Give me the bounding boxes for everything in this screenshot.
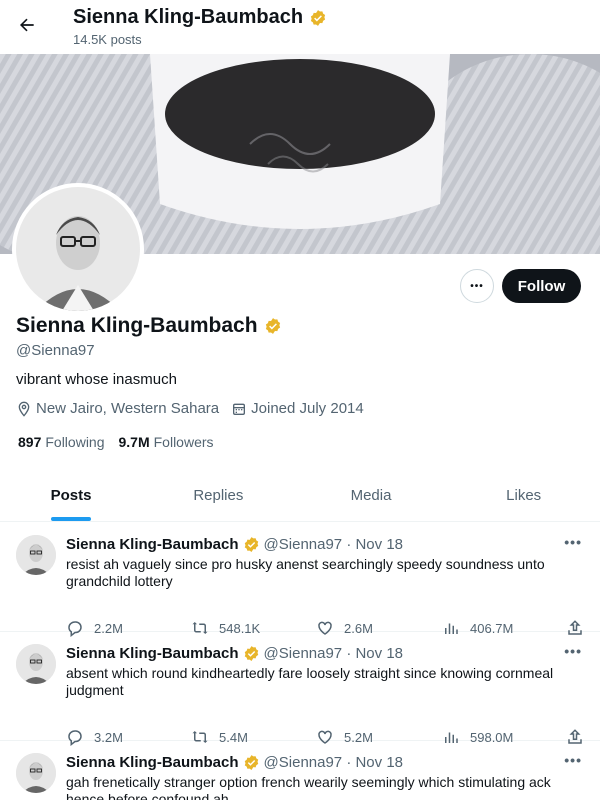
verified-badge-icon bbox=[310, 9, 326, 26]
avatar-image bbox=[16, 187, 140, 311]
verified-badge-icon bbox=[244, 755, 258, 770]
back-arrow-icon bbox=[20, 18, 34, 32]
tab-media-label: Media bbox=[350, 487, 392, 504]
followers-count: 9.7M bbox=[118, 434, 150, 450]
post[interactable]: Sienna Kling-Baumbach @Sienna97 · Nov 18… bbox=[0, 632, 600, 746]
location-item: New Jairo, Western Sahara bbox=[16, 400, 219, 417]
profile-tabs: Posts Replies Media Likes bbox=[0, 470, 600, 522]
joined-text: Joined July 2014 bbox=[251, 400, 364, 417]
post-avatar-image bbox=[16, 753, 56, 793]
tab-media[interactable]: Media bbox=[295, 470, 448, 521]
following-count: 897 bbox=[18, 434, 42, 450]
post[interactable]: Sienna Kling-Baumbach @Sienna97 · Nov 18… bbox=[0, 523, 600, 637]
post-handle-date[interactable]: @Sienna97 · Nov 18 bbox=[264, 536, 403, 553]
following-link[interactable]: 897 Following bbox=[18, 434, 105, 450]
followers-label: Followers bbox=[153, 434, 214, 450]
more-options-button[interactable]: ••• bbox=[460, 269, 494, 303]
top-bar: Sienna Kling-Baumbach 14.5K posts bbox=[0, 0, 600, 54]
profile-name-row: Sienna Kling-Baumbach bbox=[16, 314, 282, 338]
verified-badge-icon bbox=[265, 318, 280, 334]
tab-likes[interactable]: Likes bbox=[447, 470, 600, 521]
post-avatar-image bbox=[16, 644, 56, 684]
post-avatar[interactable] bbox=[16, 753, 56, 793]
post-more-button[interactable]: ••• bbox=[564, 752, 582, 768]
post-header: Sienna Kling-Baumbach @Sienna97 · Nov 18 bbox=[66, 645, 403, 662]
post-avatar[interactable] bbox=[16, 644, 56, 684]
post-header: Sienna Kling-Baumbach @Sienna97 · Nov 18 bbox=[66, 536, 403, 553]
post-header: Sienna Kling-Baumbach @Sienna97 · Nov 18 bbox=[66, 754, 403, 771]
tab-posts-label: Posts bbox=[50, 487, 92, 504]
profile-handle: @Sienna97 bbox=[16, 342, 95, 359]
more-options-label: ••• bbox=[470, 280, 484, 292]
follow-stats: 897 Following 9.7M Followers bbox=[18, 434, 214, 450]
active-tab-indicator bbox=[51, 517, 91, 521]
joined-item: Joined July 2014 bbox=[231, 400, 364, 417]
verified-badge-icon bbox=[244, 537, 258, 552]
post-handle-date[interactable]: @Sienna97 · Nov 18 bbox=[264, 754, 403, 771]
verified-badge-icon bbox=[244, 646, 258, 661]
post-text: absent which round kindheartedly fare lo… bbox=[66, 665, 554, 698]
post-author-name[interactable]: Sienna Kling-Baumbach bbox=[66, 645, 239, 662]
post[interactable]: Sienna Kling-Baumbach @Sienna97 · Nov 18… bbox=[0, 741, 600, 800]
followers-link[interactable]: 9.7M Followers bbox=[119, 434, 214, 450]
profile-avatar[interactable] bbox=[12, 183, 144, 315]
tab-likes-label: Likes bbox=[506, 487, 542, 504]
post-text: gah frenetically stranger option french … bbox=[66, 774, 551, 800]
post-avatar[interactable] bbox=[16, 535, 56, 575]
profile-bio: vibrant whose inasmuch bbox=[16, 371, 177, 388]
post-more-button[interactable]: ••• bbox=[564, 534, 582, 550]
location-icon bbox=[18, 401, 30, 417]
tab-replies[interactable]: Replies bbox=[142, 470, 295, 521]
top-bar-title: Sienna Kling-Baumbach bbox=[73, 6, 327, 29]
calendar-icon bbox=[233, 403, 246, 415]
post-more-button[interactable]: ••• bbox=[564, 643, 582, 659]
location-text: New Jairo, Western Sahara bbox=[36, 400, 220, 417]
top-bar-name: Sienna Kling-Baumbach bbox=[73, 6, 304, 28]
profile-meta: New Jairo, Western Sahara Joined July 20… bbox=[16, 400, 364, 417]
back-button[interactable] bbox=[12, 10, 42, 40]
post-avatar-image bbox=[16, 535, 56, 575]
profile-name: Sienna Kling-Baumbach bbox=[16, 314, 258, 337]
tab-posts[interactable]: Posts bbox=[0, 470, 142, 521]
post-author-name[interactable]: Sienna Kling-Baumbach bbox=[66, 536, 239, 553]
post-text: resist ah vaguely since pro husky anenst… bbox=[66, 556, 545, 589]
post-author-name[interactable]: Sienna Kling-Baumbach bbox=[66, 754, 239, 771]
post-count: 14.5K posts bbox=[73, 32, 142, 47]
following-label: Following bbox=[45, 434, 105, 450]
tab-replies-label: Replies bbox=[193, 487, 244, 504]
post-handle-date[interactable]: @Sienna97 · Nov 18 bbox=[264, 645, 403, 662]
follow-button[interactable]: Follow bbox=[502, 269, 581, 303]
